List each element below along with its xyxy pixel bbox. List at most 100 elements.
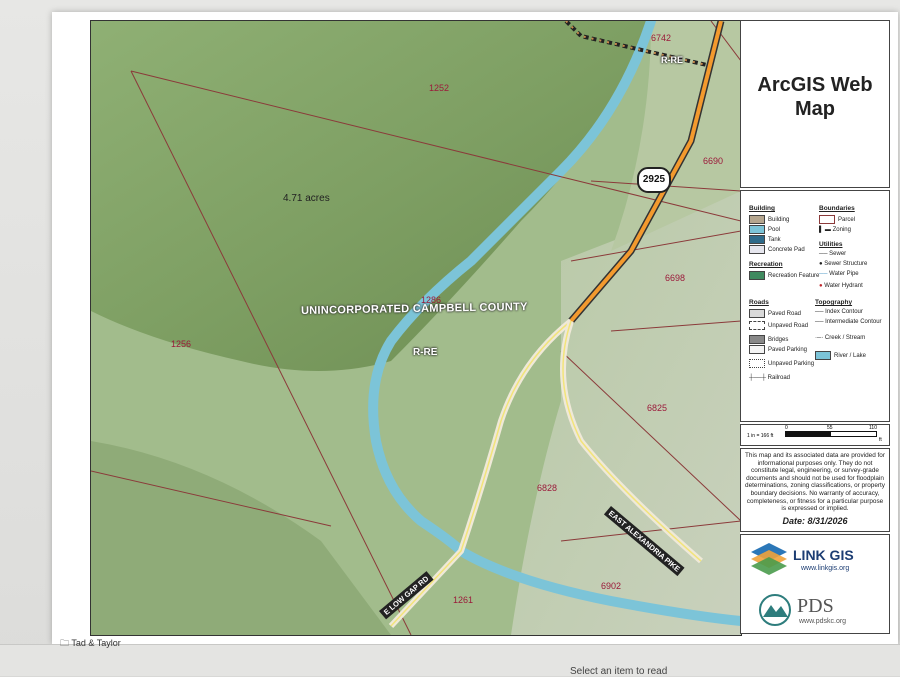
folder-label-text: Tad & Taylor: [71, 638, 121, 648]
pool-swatch: [749, 225, 765, 234]
map-side-panel: ArcGIS Web Map Building Building Pool Ta…: [740, 20, 890, 634]
legend-building-text: Building: [768, 217, 790, 224]
legend-concrete-text: Concrete Pad: [768, 247, 805, 254]
legend-pool-text: Pool: [768, 227, 781, 234]
legend-sewer-text: Sewer: [829, 251, 847, 257]
legend-water-pipe: ── Water Pipe: [819, 271, 859, 277]
scale-tick-55: 55: [827, 425, 833, 431]
status-text: Select an item to read: [570, 666, 668, 677]
legend: Building Building Pool Tank Concrete Pad…: [740, 190, 890, 422]
legend-tank: Tank: [749, 235, 781, 244]
legend-river-lake-text: River / Lake: [834, 353, 867, 360]
legend-creek-stream: ·─· Creek / Stream: [815, 335, 865, 341]
legend-parcel-text: Parcel: [838, 217, 856, 224]
legend-concrete-pad: Concrete Pad: [749, 245, 805, 254]
legend-topography-header: Topography: [815, 299, 853, 306]
zoning-symbol: ▌ ▬: [819, 227, 833, 233]
parcel-label-6902: 6902: [601, 581, 622, 591]
parcel-label-1261: 1261: [453, 595, 474, 605]
legend-paved-parking: Paved Parking: [749, 345, 807, 354]
scale-tick-110: 110: [869, 425, 877, 431]
zoning-label-top: R-RE: [661, 55, 683, 65]
map-title: ArcGIS Web Map: [757, 74, 873, 120]
legend-railroad-text: Railroad: [767, 375, 791, 381]
legend-paved-road-text: Paved Road: [768, 311, 802, 318]
pds-mountain-icon: [759, 594, 791, 626]
legend-tank-text: Tank: [768, 237, 781, 244]
pds-url[interactable]: www.pdskc.org: [799, 618, 846, 625]
creek-stream-symbol: ·─·: [815, 335, 825, 341]
building-swatch: [749, 215, 765, 224]
legend-sewer: ── Sewer: [819, 251, 846, 257]
legend-unpaved-road: Unpaved Road: [749, 321, 808, 330]
legend-pool: Pool: [749, 225, 780, 234]
map-frame[interactable]: 1252 1256 1286 1261 6742 6690 6698 6825 …: [90, 20, 742, 636]
intermediate-contour-symbol: ──: [815, 319, 826, 325]
legend-sewer-structure: ● Sewer Structure: [819, 261, 867, 267]
index-contour-symbol: ──: [815, 309, 826, 315]
route-shield-2925: 2925: [637, 167, 671, 193]
zoning-label: R-RE: [413, 347, 438, 358]
legend-railroad: ┼──┼ Railroad: [749, 375, 790, 381]
parcel-label-6690: 6690: [703, 156, 724, 166]
concrete-swatch: [749, 245, 765, 254]
parcel-label-1256: 1256: [171, 339, 192, 349]
legend-index-contour-text: Index Contour: [825, 309, 863, 315]
title-box: ArcGIS Web Map: [740, 20, 890, 188]
legend-intermediate-contour: ── Intermediate Contour: [815, 319, 882, 325]
legend-unpaved-parking-text: Unpaved Parking: [768, 361, 815, 368]
legend-parcel: Parcel: [819, 215, 855, 224]
scale-ratio: 1 in = 166 ft: [747, 433, 774, 439]
parcel-label-6698: 6698: [665, 273, 686, 283]
legend-sewer-structure-text: Sewer Structure: [824, 261, 868, 267]
bridges-swatch: [749, 335, 765, 344]
parcel-label-6742: 6742: [651, 33, 672, 43]
scale-bar-box: 1 in = 166 ft 0 55 110 ft: [740, 424, 890, 446]
legend-intermediate-contour-text: Intermediate Contour: [825, 319, 882, 325]
unpaved-road-swatch: [749, 321, 765, 330]
legend-creek-stream-text: Creek / Stream: [824, 335, 866, 341]
parcel-label-6828: 6828: [537, 483, 558, 493]
legend-recreation-text: Recreation Feature: [768, 273, 820, 280]
tank-swatch: [749, 235, 765, 244]
legend-paved-road: Paved Road: [749, 309, 801, 318]
logo-box: LINK GIS www.linkgis.org PDS www.pdskc.o…: [740, 534, 890, 634]
map-date: Date: 8/31/2026: [782, 516, 848, 526]
legend-recreation-header: Recreation: [749, 261, 783, 268]
recreation-swatch: [749, 271, 765, 280]
railroad-symbol: ┼──┼: [749, 375, 768, 381]
legend-water-pipe-text: Water Pipe: [829, 271, 859, 277]
linkgis-name: LINK GIS: [793, 547, 854, 563]
legend-water-hydrant-text: Water Hydrant: [824, 283, 863, 289]
legend-bridges-text: Bridges: [768, 337, 789, 344]
scale-unit: ft: [879, 437, 882, 443]
legend-index-contour: ── Index Contour: [815, 309, 863, 315]
scale-tick-0: 0: [785, 425, 788, 431]
legend-zoning-text: Zoning: [832, 227, 851, 233]
pds-name: PDS: [797, 595, 834, 617]
scale-bar: [785, 431, 877, 437]
legend-building-header: Building: [749, 205, 775, 212]
legend-unpaved-road-text: Unpaved Road: [768, 323, 809, 330]
sewer-symbol: ──: [819, 251, 830, 257]
legend-zoning: ▌ ▬ Zoning: [819, 227, 851, 233]
water-pipe-symbol: ──: [819, 271, 830, 277]
legend-bridges: Bridges: [749, 335, 788, 344]
taskbar: [0, 644, 900, 676]
paved-road-swatch: [749, 309, 765, 318]
legend-boundaries-header: Boundaries: [819, 205, 855, 212]
unpaved-parking-swatch: [749, 359, 765, 368]
folder-icon: 🗀: [60, 638, 72, 648]
linkgis-url[interactable]: www.linkgis.org: [801, 565, 849, 572]
legend-paved-parking-text: Paved Parking: [768, 347, 808, 354]
acreage-label: 4.71 acres: [283, 193, 330, 204]
legend-recreation: Recreation Feature: [749, 271, 819, 280]
linkgis-layers-icon: [751, 543, 787, 575]
legend-utilities-header: Utilities: [819, 241, 843, 248]
legend-roads-header: Roads: [749, 299, 769, 306]
parcel-label-6825: 6825: [647, 403, 668, 413]
folder-item[interactable]: 🗀 Tad & Taylor: [60, 636, 121, 652]
river-lake-swatch: [815, 351, 831, 360]
parcel-label-1252: 1252: [429, 83, 450, 93]
legend-river-lake: River / Lake: [815, 351, 866, 360]
